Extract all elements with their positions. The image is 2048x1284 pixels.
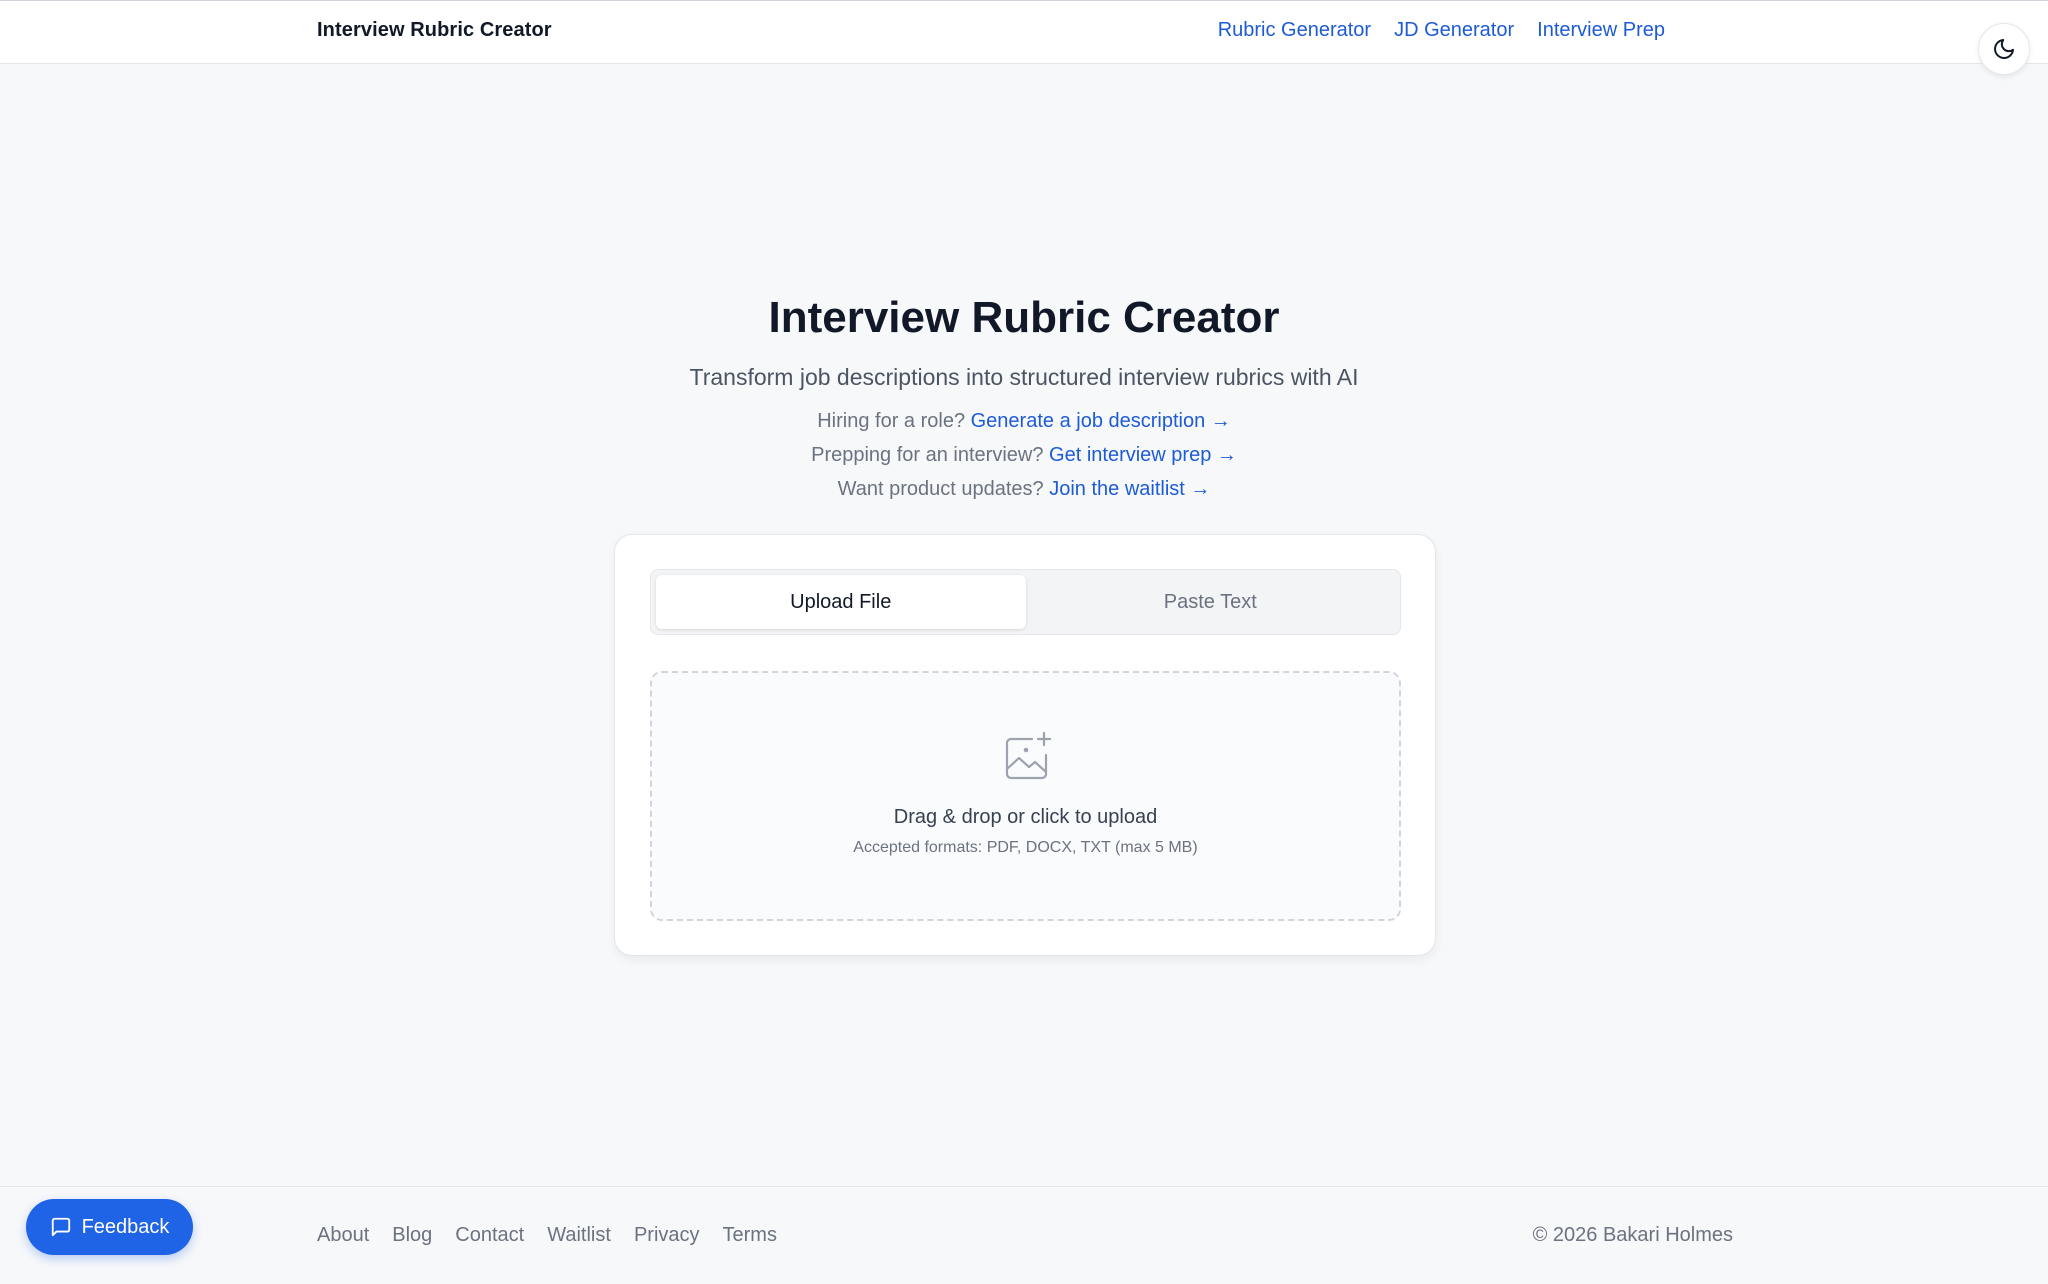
cta-line-jd: Hiring for a role? Generate a job descri… <box>0 404 2048 438</box>
nav-link-jd-generator[interactable]: JD Generator <box>1394 19 1514 42</box>
tab-paste-text[interactable]: Paste Text <box>1026 575 1396 629</box>
cta-prompt: Prepping for an interview? <box>811 444 1044 466</box>
footer-links: About Blog Contact Waitlist Privacy Term… <box>317 1224 777 1247</box>
footer-link-blog[interactable]: Blog <box>392 1224 432 1247</box>
page-footer: About Blog Contact Waitlist Privacy Term… <box>0 1186 2048 1284</box>
cta-line-waitlist: Want product updates? Join the waitlist … <box>0 472 2048 506</box>
footer-link-waitlist[interactable]: Waitlist <box>547 1224 611 1247</box>
top-navigation-bar: Interview Rubric Creator Rubric Generato… <box>0 0 2048 64</box>
footer-link-about[interactable]: About <box>317 1224 369 1247</box>
copyright-text: © 2026 Bakari Holmes <box>1532 1224 1733 1246</box>
footer-link-contact[interactable]: Contact <box>455 1224 524 1247</box>
dropzone-instruction: Drag & drop or click to upload <box>893 806 1158 828</box>
cta-list: Hiring for a role? Generate a job descri… <box>0 404 2048 506</box>
theme-toggle-button[interactable] <box>1978 23 2030 75</box>
generate-jd-link[interactable]: Generate a job description → <box>971 410 1231 432</box>
join-waitlist-link[interactable]: Join the waitlist → <box>1049 478 1210 500</box>
moon-icon <box>1994 39 2014 59</box>
cta-prompt: Hiring for a role? <box>817 410 966 432</box>
main-nav: Rubric Generator JD Generator Interview … <box>1218 19 1665 42</box>
tab-upload-file[interactable]: Upload File <box>656 575 1026 629</box>
brand-title[interactable]: Interview Rubric Creator <box>317 19 552 42</box>
chat-bubble-icon <box>51 1217 70 1237</box>
footer-link-privacy[interactable]: Privacy <box>634 1224 700 1247</box>
cta-prompt: Want product updates? <box>837 478 1044 500</box>
interview-prep-link[interactable]: Get interview prep → <box>1049 444 1237 466</box>
page-subtitle: Transform job descriptions into structur… <box>689 364 1359 390</box>
cta-line-prep: Prepping for an interview? Get interview… <box>0 438 2048 472</box>
input-mode-tabs: Upload File Paste Text <box>650 569 1401 635</box>
upload-card: Upload File Paste Text Drag & drop or cl… <box>614 534 1436 956</box>
hero-section: Interview Rubric Creator Transform job d… <box>0 290 2048 506</box>
footer-link-terms[interactable]: Terms <box>723 1224 777 1247</box>
image-upload-icon <box>1005 731 1052 780</box>
nav-link-rubric-generator[interactable]: Rubric Generator <box>1218 19 1371 42</box>
nav-link-interview-prep[interactable]: Interview Prep <box>1537 19 1665 42</box>
file-dropzone[interactable]: Drag & drop or click to upload Accepted … <box>650 671 1401 921</box>
feedback-label: Feedback <box>81 1215 170 1238</box>
page-title: Interview Rubric Creator <box>768 293 1280 342</box>
feedback-button[interactable]: Feedback <box>26 1199 193 1255</box>
accepted-formats-note: Accepted formats: PDF, DOCX, TXT (max 5 … <box>853 839 1198 856</box>
